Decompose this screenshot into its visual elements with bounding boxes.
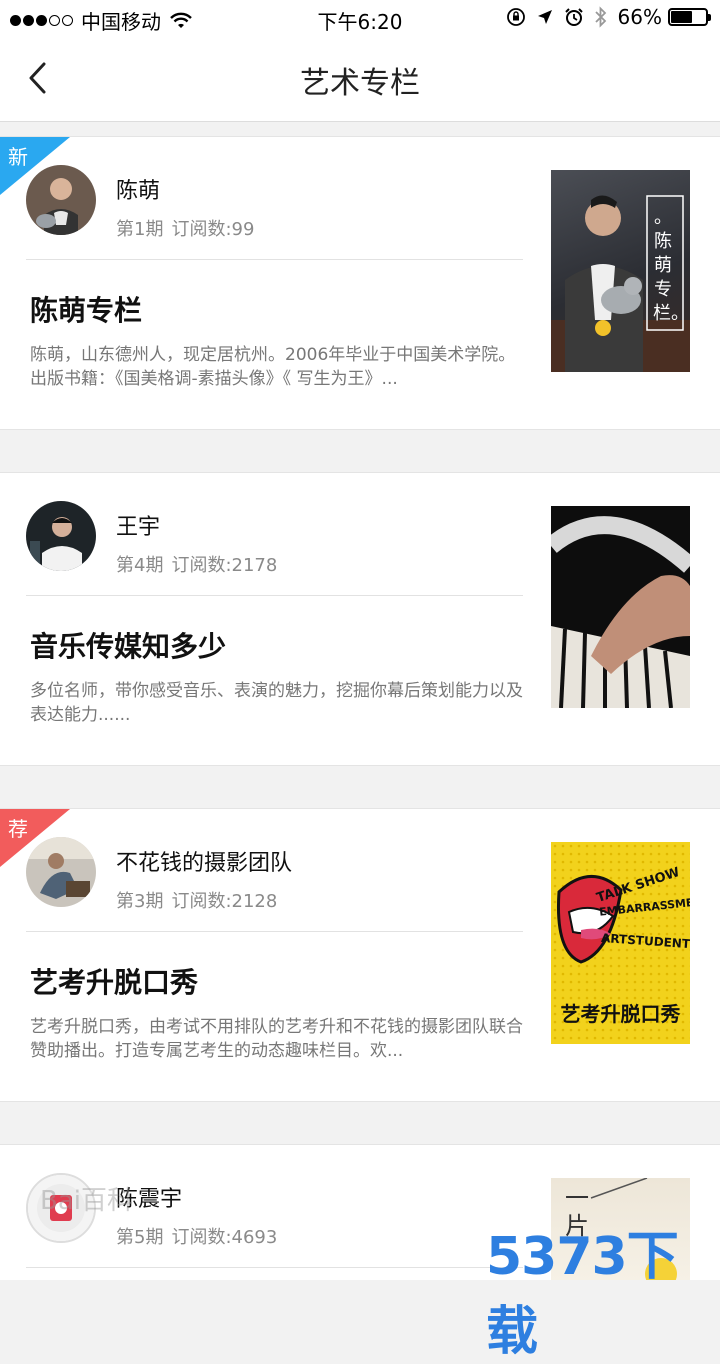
status-bar: 中国移动 下午6:20 66% bbox=[0, 0, 720, 36]
column-card[interactable]: 新 陈萌 第1期 订阅数:99 陈萌专栏 陈萌，山东德州人，现定居杭州。2006年… bbox=[0, 136, 720, 430]
column-meta: 第4期 订阅数:2178 bbox=[116, 551, 277, 577]
issue-number: 第3期 bbox=[116, 891, 164, 912]
avatar[interactable] bbox=[26, 837, 96, 907]
location-arrow-icon bbox=[537, 10, 552, 24]
cover-title-text: 艺考升脱口秀 bbox=[560, 1002, 681, 1026]
issue-number: 第1期 bbox=[116, 219, 164, 240]
recommended-badge-label: 荐 bbox=[8, 817, 28, 841]
bluetooth-icon bbox=[594, 6, 606, 28]
issue-number: 第5期 bbox=[116, 1227, 164, 1248]
avatar[interactable] bbox=[26, 501, 96, 571]
new-badge-label: 新 bbox=[8, 145, 28, 169]
divider bbox=[26, 931, 523, 932]
battery-icon bbox=[668, 8, 711, 26]
column-meta: 第1期 订阅数:99 bbox=[116, 215, 254, 241]
author-name: 陈萌 bbox=[116, 179, 161, 204]
column-title[interactable]: 陈萌专栏 bbox=[30, 289, 142, 329]
column-title[interactable]: 音乐传媒知多少 bbox=[30, 625, 226, 665]
column-cover-image[interactable] bbox=[551, 506, 690, 708]
divider bbox=[26, 595, 523, 596]
issue-number: 第4期 bbox=[116, 555, 164, 576]
subscriber-count: 订阅数:2178 bbox=[171, 555, 278, 576]
column-meta: 第3期 订阅数:2128 bbox=[116, 887, 277, 913]
avatar[interactable] bbox=[26, 165, 96, 235]
column-cover-image[interactable]: 。陈萌专栏。 bbox=[551, 170, 690, 372]
rotation-lock-icon bbox=[506, 8, 525, 26]
baidu-watermark: Bai百科 bbox=[40, 1186, 133, 1216]
subscriber-count: 订阅数:2128 bbox=[171, 891, 278, 912]
divider bbox=[26, 259, 523, 260]
column-cover-image[interactable]: TALK SHOW EMBARRASSMENT ARTSTUDENT 艺考升脱口… bbox=[551, 842, 690, 1044]
column-card[interactable]: 荐 不花钱的摄影团队 第3期 订阅数:2128 艺考升脱口秀 艺考升脱口秀，由考试… bbox=[0, 808, 720, 1102]
divider bbox=[26, 1267, 523, 1268]
column-card[interactable]: 王宇 第4期 订阅数:2178 音乐传媒知多少 多位名师，带你感受音乐、表演的魅力… bbox=[0, 472, 720, 766]
author-name: 不花钱的摄影团队 bbox=[116, 851, 293, 876]
status-right: 66% bbox=[506, 5, 711, 29]
column-meta: 第5期 订阅数:4693 bbox=[116, 1223, 277, 1249]
page-title: 艺术专栏 bbox=[300, 66, 420, 101]
column-description: 艺考升脱口秀，由考试不用排队的艺考升和不花钱的摄影团队联合赞助播出。打造专属艺考… bbox=[30, 1017, 523, 1061]
author-name: 王宇 bbox=[116, 515, 161, 540]
battery-percent: 66% bbox=[617, 5, 662, 29]
cover-title-text: 。陈萌专栏。 bbox=[653, 207, 689, 324]
subscriber-count: 订阅数:99 bbox=[171, 219, 255, 240]
alarm-clock-icon bbox=[564, 8, 583, 26]
column-description: 多位名师，带你感受音乐、表演的魅力，挖掘你幕后策划能力以及表达能力...... bbox=[30, 681, 523, 725]
subscriber-count: 订阅数:4693 bbox=[171, 1227, 278, 1248]
column-title[interactable]: 艺考升脱口秀 bbox=[30, 961, 198, 1001]
site-watermark: 5373下载 bbox=[486, 1227, 679, 1362]
navigation-bar: 艺术专栏 bbox=[0, 36, 720, 122]
column-description: 陈萌，山东德州人，现定居杭州。2006年毕业于中国美术学院。出版书籍：《国美格调… bbox=[30, 345, 516, 389]
battery-fill bbox=[671, 11, 692, 23]
